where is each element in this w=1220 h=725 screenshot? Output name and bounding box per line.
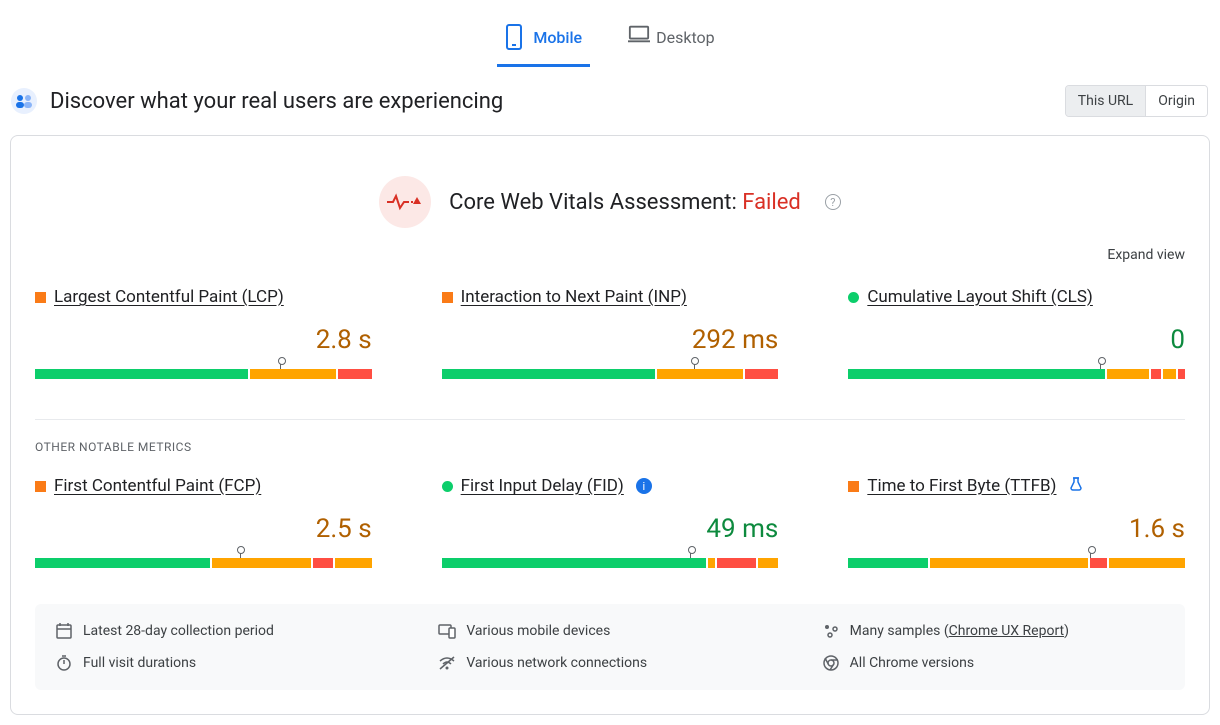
footer-durations: Full visit durations xyxy=(55,654,398,672)
tab-mobile-label: Mobile xyxy=(533,28,582,47)
metric-fcp-bar xyxy=(35,558,372,568)
other-metrics-label: OTHER NOTABLE METRICS xyxy=(35,440,1185,454)
chrome-icon xyxy=(822,654,840,672)
phone-icon xyxy=(505,24,523,50)
status-dot-green xyxy=(848,292,859,303)
metric-fcp-name[interactable]: First Contentful Paint (FCP) xyxy=(54,476,261,496)
status-dot-orange xyxy=(848,481,859,492)
metric-fcp: First Contentful Paint (FCP) 2.5 s xyxy=(35,476,372,576)
metric-lcp-value: 2.8 s xyxy=(316,325,372,355)
footer-connections-text: Various network connections xyxy=(466,655,647,671)
assessment-badge-icon xyxy=(379,176,431,228)
metric-inp-name[interactable]: Interaction to Next Paint (INP) xyxy=(461,287,687,307)
page-title: Discover what your real users are experi… xyxy=(50,89,503,114)
tab-desktop-label: Desktop xyxy=(656,28,715,47)
tab-desktop[interactable]: Desktop xyxy=(620,12,723,67)
metric-cls: Cumulative Layout Shift (CLS) 0 xyxy=(848,287,1185,387)
tab-mobile[interactable]: Mobile xyxy=(497,12,590,67)
footer-versions: All Chrome versions xyxy=(822,654,1165,672)
footer-durations-text: Full visit durations xyxy=(83,655,196,671)
section-divider xyxy=(35,419,1185,420)
status-dot-green xyxy=(442,481,453,492)
info-icon[interactable]: i xyxy=(636,478,652,494)
metric-ttfb-bar xyxy=(848,558,1185,568)
toggle-origin[interactable]: Origin xyxy=(1145,86,1207,116)
flask-icon[interactable] xyxy=(1068,476,1084,496)
metric-cls-name[interactable]: Cumulative Layout Shift (CLS) xyxy=(867,287,1093,307)
assessment-card: Core Web Vitals Assessment: Failed ? Exp… xyxy=(10,135,1210,715)
metric-lcp-bar xyxy=(35,369,372,379)
footer-samples: Many samples (Chrome UX Report) xyxy=(822,622,1165,640)
status-dot-orange xyxy=(35,292,46,303)
device-tabs: Mobile Desktop xyxy=(0,0,1220,67)
metric-inp-bar xyxy=(442,369,779,379)
expand-view-link[interactable]: Expand view xyxy=(1107,247,1185,263)
footer-period: Latest 28-day collection period xyxy=(55,622,398,640)
devices-icon xyxy=(438,622,456,640)
footer-samples-text: Many samples (Chrome UX Report) xyxy=(850,623,1069,639)
metric-cls-bar xyxy=(848,369,1185,379)
calendar-icon xyxy=(55,622,73,640)
assessment-prefix: Core Web Vitals Assessment: xyxy=(449,190,742,215)
metric-lcp-name[interactable]: Largest Contentful Paint (LCP) xyxy=(54,287,284,307)
metric-fid-bar xyxy=(442,558,779,568)
assessment-status: Failed xyxy=(742,190,801,215)
metric-cls-value: 0 xyxy=(1170,325,1185,355)
chrome-ux-report-link[interactable]: Chrome UX Report xyxy=(949,623,1064,639)
metric-fid: First Input Delay (FID) i 49 ms xyxy=(442,476,779,576)
status-dot-orange xyxy=(442,292,453,303)
status-dot-orange xyxy=(35,481,46,492)
footer-devices-text: Various mobile devices xyxy=(466,623,610,639)
stopwatch-icon xyxy=(55,654,73,672)
metric-inp: Interaction to Next Paint (INP) 292 ms xyxy=(442,287,779,387)
scope-toggle: This URL Origin xyxy=(1065,85,1208,117)
other-metrics-grid: First Contentful Paint (FCP) 2.5 s First… xyxy=(35,476,1185,576)
footer-info-box: Latest 28-day collection period Various … xyxy=(35,604,1185,690)
metric-ttfb: Time to First Byte (TTFB) 1.6 s xyxy=(848,476,1185,576)
users-globe-icon xyxy=(10,87,38,115)
footer-connections: Various network connections xyxy=(438,654,781,672)
metric-fid-value: 49 ms xyxy=(706,514,778,544)
header-row: Discover what your real users are experi… xyxy=(0,67,1220,135)
footer-devices: Various mobile devices xyxy=(438,622,781,640)
footer-period-text: Latest 28-day collection period xyxy=(83,623,274,639)
metric-fid-name[interactable]: First Input Delay (FID) xyxy=(461,476,624,496)
network-icon xyxy=(438,654,456,672)
desktop-icon xyxy=(628,24,646,50)
metric-fcp-value: 2.5 s xyxy=(316,514,372,544)
metric-ttfb-name[interactable]: Time to First Byte (TTFB) xyxy=(867,476,1056,496)
assessment-header: Core Web Vitals Assessment: Failed ? xyxy=(35,136,1185,236)
footer-versions-text: All Chrome versions xyxy=(850,655,974,671)
core-vitals-grid: Largest Contentful Paint (LCP) 2.8 s Int… xyxy=(35,287,1185,387)
metric-inp-value: 292 ms xyxy=(692,325,779,355)
metric-ttfb-value: 1.6 s xyxy=(1129,514,1185,544)
scatter-icon xyxy=(822,622,840,640)
metric-lcp: Largest Contentful Paint (LCP) 2.8 s xyxy=(35,287,372,387)
help-icon[interactable]: ? xyxy=(825,194,841,210)
toggle-this-url[interactable]: This URL xyxy=(1066,86,1145,116)
assessment-text: Core Web Vitals Assessment: Failed xyxy=(449,190,801,215)
